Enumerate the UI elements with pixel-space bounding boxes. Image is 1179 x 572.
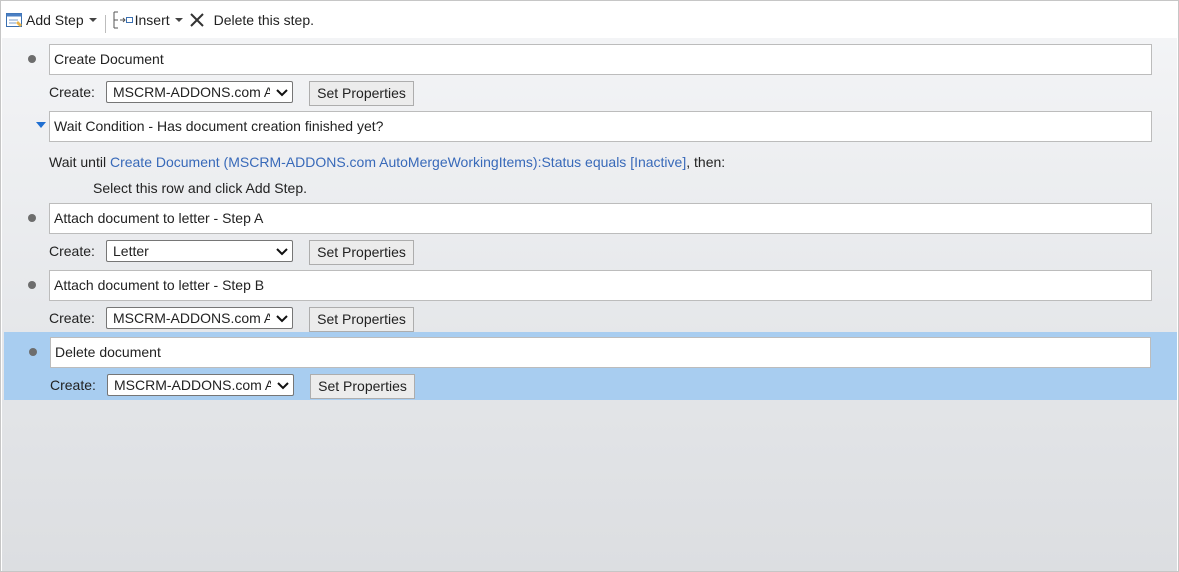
toolbar-divider (104, 14, 106, 33)
delete-step-label: Delete this step. (213, 11, 315, 28)
wait-suffix: , then: (686, 154, 726, 170)
add-step-icon (6, 12, 23, 28)
step-bullet-icon (28, 281, 36, 289)
create-label: Create: (49, 243, 95, 259)
add-step-hint-row[interactable]: Select this row and click Add Step. (93, 178, 307, 198)
entity-select-value: MSCRM-ADDONS.com AutoMergeWorkingItems (113, 310, 270, 326)
set-properties-button[interactable]: Set Properties (309, 240, 414, 265)
wait-condition-text: Wait until Create Document (MSCRM-ADDONS… (49, 152, 725, 172)
set-properties-button[interactable]: Set Properties (310, 374, 415, 399)
entity-select-value: MSCRM-ADDONS.com AutoMergeWorkingItems (114, 377, 271, 393)
insert-icon (112, 11, 134, 29)
entity-select-value: Letter (113, 243, 149, 259)
entity-select-value: MSCRM-ADDONS.com AutoMergeWorkingItems (113, 84, 270, 100)
chevron-down-icon (174, 17, 183, 22)
step-name-attach-b[interactable]: Attach document to letter - Step B (49, 270, 1152, 301)
set-properties-button[interactable]: Set Properties (309, 81, 414, 106)
wait-condition-link[interactable]: Create Document (MSCRM-ADDONS.com AutoMe… (110, 154, 686, 170)
toolbar: Add Step Insert Delete this step. (1, 1, 1178, 38)
entity-select-delete-document[interactable]: MSCRM-ADDONS.com AutoMergeWorkingItems (107, 374, 294, 396)
add-step-menu[interactable]: Add Step (6, 8, 97, 32)
step-name-attach-a[interactable]: Attach document to letter - Step A (49, 203, 1152, 234)
entity-select-attach-b[interactable]: MSCRM-ADDONS.com AutoMergeWorkingItems (106, 307, 293, 329)
insert-label: Insert (134, 11, 170, 28)
collapse-arrow-icon[interactable] (36, 122, 46, 128)
chevron-down-icon (276, 311, 288, 328)
delete-step-button[interactable]: Delete this step. (189, 8, 314, 32)
step-name-delete-document[interactable]: Delete document (50, 337, 1151, 368)
create-label: Create: (50, 377, 96, 393)
entity-select-attach-a[interactable]: Letter (106, 240, 293, 262)
create-label: Create: (49, 310, 95, 326)
step-bullet-icon (28, 214, 36, 222)
close-icon (189, 12, 205, 28)
wait-prefix: Wait until (49, 154, 110, 170)
steps-canvas: Create Document Create: MSCRM-ADDONS.com… (2, 38, 1177, 571)
step-bullet-icon (28, 55, 36, 63)
entity-select-create-document[interactable]: MSCRM-ADDONS.com AutoMergeWorkingItems (106, 81, 293, 103)
create-label: Create: (49, 84, 95, 100)
workflow-designer: Add Step Insert Delete this step. Create… (0, 0, 1179, 572)
chevron-down-icon (276, 244, 288, 261)
insert-menu[interactable]: Insert (112, 8, 183, 32)
chevron-down-icon (277, 378, 289, 395)
add-step-label: Add Step (26, 11, 84, 28)
chevron-down-icon (88, 17, 97, 22)
step-name-wait-condition[interactable]: Wait Condition - Has document creation f… (49, 111, 1152, 142)
chevron-down-icon (276, 85, 288, 102)
set-properties-button[interactable]: Set Properties (309, 307, 414, 332)
step-bullet-icon (29, 348, 37, 356)
step-name-create-document[interactable]: Create Document (49, 44, 1152, 75)
